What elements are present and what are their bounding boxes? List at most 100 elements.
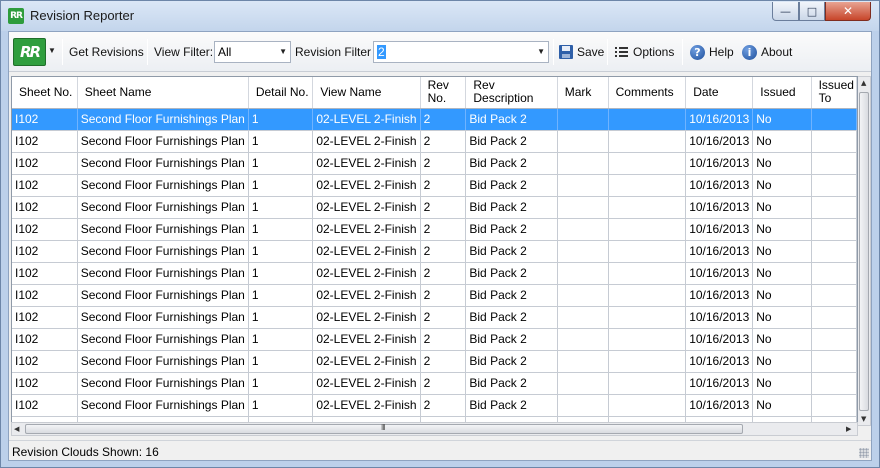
table-cell[interactable] — [608, 284, 687, 307]
table-cell[interactable] — [557, 394, 609, 417]
table-cell[interactable]: Bid Pack 2 — [465, 350, 558, 373]
table-cell[interactable]: I102 — [12, 108, 78, 131]
table-cell[interactable]: 02-LEVEL 2-Finish — [312, 130, 421, 153]
scroll-left-arrow-icon[interactable]: ◀ — [14, 425, 19, 433]
table-cell[interactable]: 10/16/2013 — [685, 130, 754, 153]
logo-dropdown-arrow-icon[interactable]: ▼ — [48, 46, 56, 55]
table-cell[interactable] — [608, 130, 687, 153]
table-cell[interactable]: I102 — [12, 284, 78, 307]
table-cell[interactable]: Bid Pack 2 — [465, 394, 558, 417]
table-cell[interactable]: 2 — [420, 284, 467, 307]
table-cell[interactable]: 10/16/2013 — [685, 350, 754, 373]
table-cell[interactable]: No — [752, 372, 812, 395]
table-row[interactable]: I102Second Floor Furnishings Plan102-LEV… — [12, 262, 857, 285]
vertical-scrollbar[interactable]: ▲ ▼ — [858, 76, 871, 426]
table-row[interactable]: I102Second Floor Furnishings Plan102-LEV… — [12, 152, 857, 175]
table-cell[interactable]: I102 — [12, 196, 78, 219]
table-cell[interactable]: Bid Pack 2 — [465, 372, 558, 395]
title-bar[interactable]: RR Revision Reporter — □ ✕ — [1, 1, 879, 31]
table-cell[interactable]: Bid Pack 2 — [465, 152, 558, 175]
table-cell[interactable] — [811, 328, 857, 351]
table-cell[interactable]: No — [752, 262, 812, 285]
table-cell[interactable]: I102 — [12, 130, 78, 153]
table-cell[interactable] — [608, 152, 687, 175]
table-cell[interactable]: Second Floor Furnishings Plan — [77, 218, 249, 241]
table-cell[interactable] — [608, 262, 687, 285]
table-cell[interactable]: 1 — [248, 394, 314, 417]
column-header[interactable]: Detail No. — [248, 77, 314, 109]
table-cell[interactable] — [608, 218, 687, 241]
column-header[interactable]: Sheet No. — [12, 77, 78, 109]
table-cell[interactable]: 2 — [420, 152, 467, 175]
vertical-scroll-thumb[interactable] — [859, 92, 869, 411]
revisions-grid[interactable]: Sheet No. Sheet Name Detail No. View Nam… — [11, 76, 858, 426]
table-cell[interactable] — [608, 108, 687, 131]
table-row[interactable]: I102Second Floor Furnishings Plan102-LEV… — [12, 394, 857, 417]
table-cell[interactable] — [557, 108, 609, 131]
table-cell[interactable]: 1 — [248, 108, 314, 131]
app-logo-icon[interactable]: RR — [13, 38, 46, 66]
table-cell[interactable]: 10/16/2013 — [685, 240, 754, 263]
table-row[interactable]: I102Second Floor Furnishings Plan102-LEV… — [12, 240, 857, 263]
table-cell[interactable] — [811, 218, 857, 241]
table-cell[interactable] — [608, 372, 687, 395]
table-cell[interactable]: I102 — [12, 306, 78, 329]
get-revisions-button[interactable]: Get Revisions — [69, 41, 144, 63]
table-cell[interactable] — [811, 372, 857, 395]
about-button[interactable]: i About — [742, 41, 792, 63]
table-cell[interactable]: Second Floor Furnishings Plan — [77, 284, 249, 307]
table-cell[interactable] — [608, 328, 687, 351]
column-header[interactable]: Date — [685, 77, 754, 109]
table-cell[interactable]: 1 — [248, 262, 314, 285]
save-button[interactable]: Save — [559, 41, 604, 63]
table-cell[interactable] — [811, 174, 857, 197]
table-row[interactable]: I102Second Floor Furnishings Plan102-LEV… — [12, 174, 857, 197]
table-cell[interactable] — [557, 174, 609, 197]
table-cell[interactable]: 02-LEVEL 2-Finish — [312, 196, 421, 219]
table-row[interactable]: I102Second Floor Furnishings Plan102-LEV… — [12, 130, 857, 153]
table-cell[interactable] — [557, 350, 609, 373]
table-cell[interactable]: Bid Pack 2 — [465, 196, 558, 219]
table-cell[interactable]: Bid Pack 2 — [465, 262, 558, 285]
table-cell[interactable]: Second Floor Furnishings Plan — [77, 240, 249, 263]
table-cell[interactable]: Bid Pack 2 — [465, 284, 558, 307]
table-cell[interactable]: Second Floor Furnishings Plan — [77, 196, 249, 219]
table-cell[interactable] — [811, 394, 857, 417]
table-cell[interactable]: 1 — [248, 174, 314, 197]
table-cell[interactable]: 1 — [248, 284, 314, 307]
table-cell[interactable] — [608, 350, 687, 373]
table-cell[interactable] — [608, 240, 687, 263]
table-cell[interactable]: 02-LEVEL 2-Finish — [312, 262, 421, 285]
table-cell[interactable]: Second Floor Furnishings Plan — [77, 152, 249, 175]
table-cell[interactable] — [811, 152, 857, 175]
table-cell[interactable]: 02-LEVEL 2-Finish — [312, 350, 421, 373]
table-cell[interactable] — [811, 284, 857, 307]
table-cell[interactable]: No — [752, 350, 812, 373]
table-cell[interactable]: 02-LEVEL 2-Finish — [312, 152, 421, 175]
table-cell[interactable]: 02-LEVEL 2-Finish — [312, 240, 421, 263]
table-cell[interactable]: Second Floor Furnishings Plan — [77, 372, 249, 395]
table-cell[interactable] — [608, 196, 687, 219]
column-header[interactable]: Issued To — [811, 77, 857, 109]
table-cell[interactable] — [557, 306, 609, 329]
table-cell[interactable]: I102 — [12, 218, 78, 241]
table-cell[interactable]: 1 — [248, 196, 314, 219]
table-cell[interactable] — [557, 196, 609, 219]
table-cell[interactable]: 2 — [420, 218, 467, 241]
table-cell[interactable]: 10/16/2013 — [685, 306, 754, 329]
table-row[interactable]: I102Second Floor Furnishings Plan102-LEV… — [12, 196, 857, 219]
table-cell[interactable]: Second Floor Furnishings Plan — [77, 108, 249, 131]
table-cell[interactable] — [811, 240, 857, 263]
table-cell[interactable]: 2 — [420, 372, 467, 395]
table-cell[interactable] — [557, 218, 609, 241]
table-cell[interactable]: 02-LEVEL 2-Finish — [312, 306, 421, 329]
help-button[interactable]: ? Help — [690, 41, 734, 63]
table-cell[interactable]: 10/16/2013 — [685, 196, 754, 219]
horizontal-scrollbar[interactable]: ◀ III ▶ — [11, 422, 858, 436]
table-cell[interactable]: 10/16/2013 — [685, 108, 754, 131]
table-cell[interactable]: Second Floor Furnishings Plan — [77, 394, 249, 417]
table-cell[interactable]: 1 — [248, 152, 314, 175]
table-cell[interactable]: 10/16/2013 — [685, 372, 754, 395]
table-cell[interactable]: 2 — [420, 394, 467, 417]
table-cell[interactable]: No — [752, 284, 812, 307]
